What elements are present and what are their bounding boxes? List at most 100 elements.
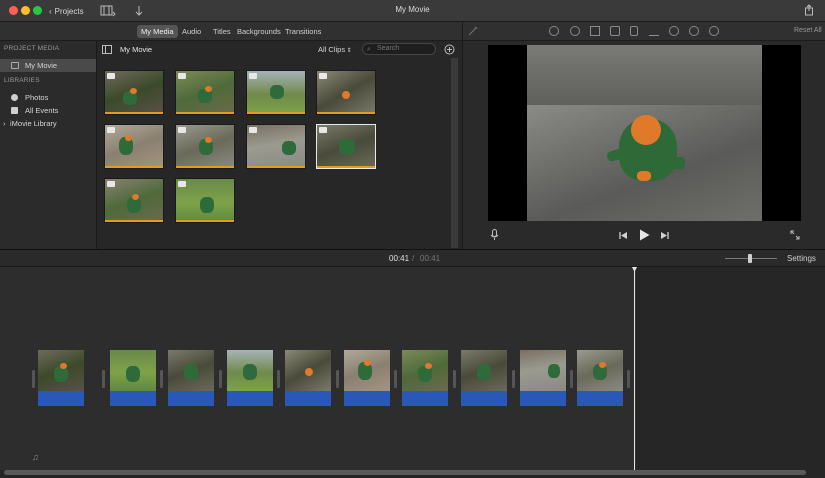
clip-trim-handle[interactable] xyxy=(570,370,573,388)
timeline-clip[interactable] xyxy=(461,350,507,406)
add-icon[interactable] xyxy=(444,44,455,55)
browser-scrollbar[interactable] xyxy=(451,58,458,248)
clip-trim-handle[interactable] xyxy=(160,370,163,388)
video-preview[interactable] xyxy=(488,45,801,221)
media-thumbnail[interactable] xyxy=(175,70,235,115)
camera-icon xyxy=(319,127,327,133)
timeline-clip[interactable] xyxy=(520,350,566,406)
adjustment-toolbar: Reset All xyxy=(463,22,825,41)
media-thumbnail[interactable] xyxy=(104,70,164,115)
clip-trim-handle[interactable] xyxy=(219,370,222,388)
magic-wand-icon[interactable] xyxy=(468,26,478,36)
camera-icon xyxy=(107,181,115,187)
timeline-header: 00:41 / 00:41 Settings xyxy=(0,249,825,267)
clip-trim-handle[interactable] xyxy=(336,370,339,388)
settings-button[interactable]: Settings xyxy=(787,254,816,263)
crop-icon[interactable] xyxy=(590,26,600,36)
photos-icon xyxy=(11,94,18,101)
browser-title: My Movie xyxy=(120,45,153,54)
camera-icon xyxy=(107,127,115,133)
timeline-clip[interactable] xyxy=(402,350,448,406)
media-thumbnail[interactable] xyxy=(175,178,235,223)
camera-icon xyxy=(319,73,327,79)
sidebar: PROJECT MEDIA My Movie LIBRARIES Photos … xyxy=(0,41,97,249)
window-title: My Movie xyxy=(395,5,430,14)
timeline-clip[interactable] xyxy=(285,350,331,406)
info-icon[interactable] xyxy=(709,26,719,36)
clip-trim-handle[interactable] xyxy=(512,370,515,388)
microphone-icon[interactable] xyxy=(490,229,499,241)
media-browser: My Movie All Clips ⇕ ⌕ Search xyxy=(97,41,462,249)
current-time: 00:41 xyxy=(389,254,410,263)
time-separator: / xyxy=(412,254,415,263)
music-note-icon: ♫ xyxy=(32,452,39,462)
speed-icon[interactable] xyxy=(669,26,679,36)
project-media-header: PROJECT MEDIA xyxy=(4,45,60,52)
clip-trim-handle[interactable] xyxy=(102,370,105,388)
share-icon[interactable] xyxy=(804,4,814,16)
timeline-clip[interactable] xyxy=(110,350,156,406)
tab-transitions[interactable]: Transitions xyxy=(281,25,325,38)
timeline-clip[interactable] xyxy=(38,350,84,406)
timeline-clip[interactable] xyxy=(168,350,214,406)
media-tabs: My Media Audio Titles Backgrounds Transi… xyxy=(0,22,462,41)
timeline-clip[interactable] xyxy=(344,350,390,406)
title-bar: ‹ Projects My Movie xyxy=(0,0,825,22)
camera-icon xyxy=(178,127,186,133)
tab-backgrounds[interactable]: Backgrounds xyxy=(233,25,285,38)
clip-trim-handle[interactable] xyxy=(32,370,35,388)
total-time: 00:41 xyxy=(420,254,441,263)
browser-toolbar: My Movie All Clips ⇕ ⌕ Search xyxy=(97,41,462,58)
timeline-clip[interactable] xyxy=(227,350,273,406)
tab-my-media[interactable]: My Media xyxy=(137,25,178,38)
timeline-clip[interactable] xyxy=(577,350,623,406)
sidebar-item-imovie-library[interactable]: › iMovie Library xyxy=(0,117,96,130)
playhead[interactable] xyxy=(634,267,635,470)
stabilization-icon[interactable] xyxy=(610,26,620,36)
equalizer-icon[interactable] xyxy=(649,26,659,36)
clip-trim-handle[interactable] xyxy=(277,370,280,388)
camera-icon xyxy=(107,73,115,79)
clip-trim-handle[interactable] xyxy=(394,370,397,388)
volume-icon[interactable] xyxy=(630,26,638,36)
camera-icon xyxy=(178,181,186,187)
zoom-slider-thumb[interactable] xyxy=(748,254,752,263)
skip-forward-icon[interactable] xyxy=(660,231,669,240)
zoom-slider[interactable] xyxy=(725,254,777,263)
film-icon xyxy=(11,62,19,69)
viewer: Reset All xyxy=(462,22,825,249)
media-thumbnail-selected[interactable] xyxy=(316,124,376,169)
sidebar-item-all-events[interactable]: All Events xyxy=(0,104,96,117)
fullscreen-icon[interactable] xyxy=(790,230,800,240)
search-icon: ⌕ xyxy=(367,46,371,53)
clip-trim-handle[interactable] xyxy=(627,370,630,388)
sidebar-item-photos[interactable]: Photos xyxy=(0,91,96,104)
media-thumbnail[interactable] xyxy=(316,70,376,115)
timeline-empty-area xyxy=(636,267,825,470)
media-thumbnail[interactable] xyxy=(246,70,306,115)
media-thumbnail[interactable] xyxy=(104,178,164,223)
preview-photo xyxy=(527,45,762,221)
media-thumbnail[interactable] xyxy=(246,124,306,169)
media-thumbnail[interactable] xyxy=(175,124,235,169)
color-correction-icon[interactable] xyxy=(570,26,580,36)
tab-titles[interactable]: Titles xyxy=(209,25,235,38)
noise-reduction-icon[interactable] xyxy=(689,26,699,36)
timeline-scrollbar[interactable] xyxy=(4,470,806,475)
sidebar-item-my-movie[interactable]: My Movie xyxy=(0,59,96,72)
color-balance-icon[interactable] xyxy=(549,26,559,36)
skip-back-icon[interactable] xyxy=(619,231,628,240)
clip-trim-handle[interactable] xyxy=(453,370,456,388)
media-thumbnail[interactable] xyxy=(104,124,164,169)
search-input[interactable]: ⌕ Search xyxy=(362,43,436,55)
reset-all-button[interactable]: Reset All xyxy=(794,27,822,34)
clips-filter-dropdown[interactable]: All Clips ⇕ xyxy=(318,45,352,54)
camera-icon xyxy=(249,73,257,79)
disclosure-triangle-icon[interactable]: › xyxy=(3,117,6,130)
star-box-icon xyxy=(11,107,18,114)
camera-icon xyxy=(178,73,186,79)
libraries-header: LIBRARIES xyxy=(4,77,40,84)
play-icon[interactable] xyxy=(639,229,650,241)
tab-audio[interactable]: Audio xyxy=(178,25,205,38)
sidebar-toggle-icon[interactable] xyxy=(102,45,112,54)
